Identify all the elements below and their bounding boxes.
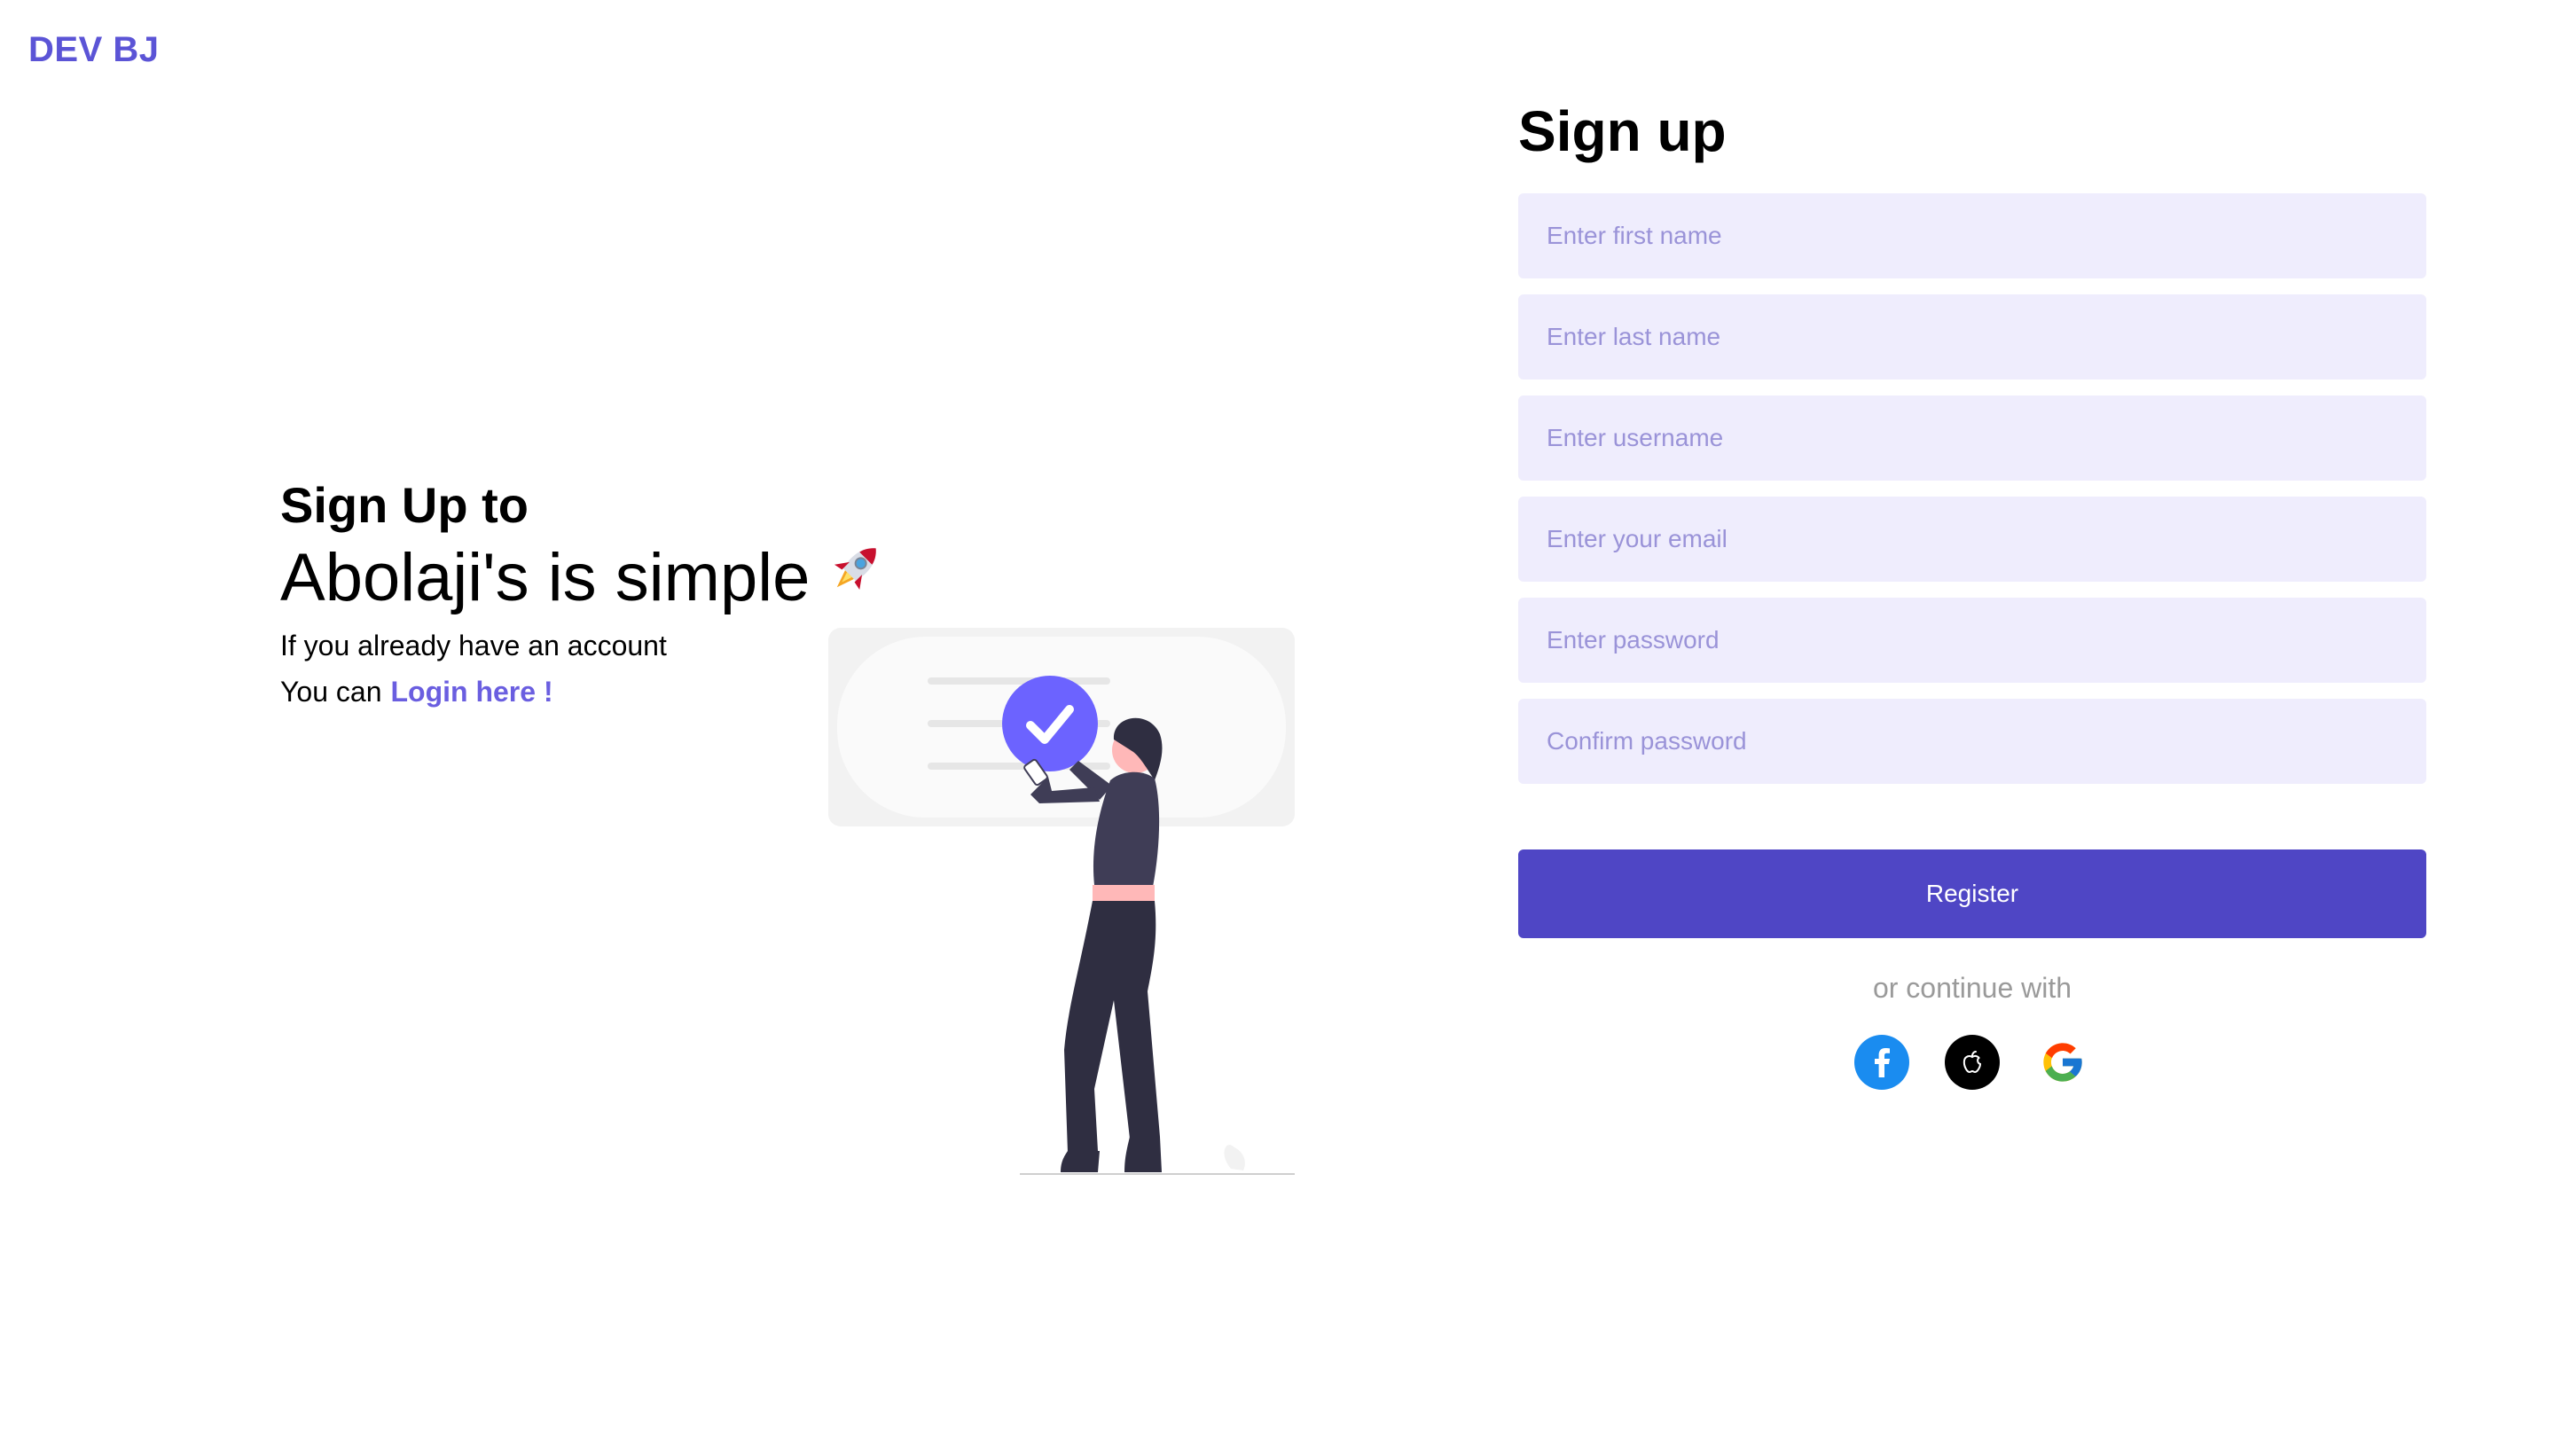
register-button[interactable]: Register <box>1518 849 2426 938</box>
intro-text-line1: If you already have an account <box>280 630 667 661</box>
social-login-row <box>1518 1035 2426 1090</box>
username-input[interactable] <box>1518 395 2426 481</box>
intro-heading-text: Abolaji's is simple <box>280 540 811 615</box>
login-link[interactable]: Login here ! <box>390 676 552 708</box>
intro-heading-line2: Abolaji's is simple <box>280 536 889 621</box>
brand-logo[interactable]: DEV BJ <box>28 30 160 70</box>
last-name-input[interactable] <box>1518 294 2426 380</box>
first-name-input[interactable] <box>1518 193 2426 278</box>
intro-text-line2: You can Login here ! <box>280 670 889 713</box>
login-prefix: You can <box>280 676 382 708</box>
facebook-icon[interactable] <box>1854 1035 1909 1090</box>
form-title: Sign up <box>1518 99 1727 163</box>
rocket-icon <box>822 536 889 621</box>
signup-illustration <box>828 628 1295 1178</box>
signup-form: Sign up Register or continue with <box>1518 96 2426 1090</box>
continue-with-text: or continue with <box>1872 972 2072 1004</box>
intro-heading-line1: Sign Up to <box>280 477 529 533</box>
apple-icon[interactable] <box>1945 1035 2000 1090</box>
password-input[interactable] <box>1518 598 2426 683</box>
email-input[interactable] <box>1518 497 2426 582</box>
intro-section: Sign Up to Abolaji's is simple If you al… <box>280 475 889 713</box>
google-icon[interactable] <box>2035 1035 2090 1090</box>
confirm-password-input[interactable] <box>1518 699 2426 784</box>
